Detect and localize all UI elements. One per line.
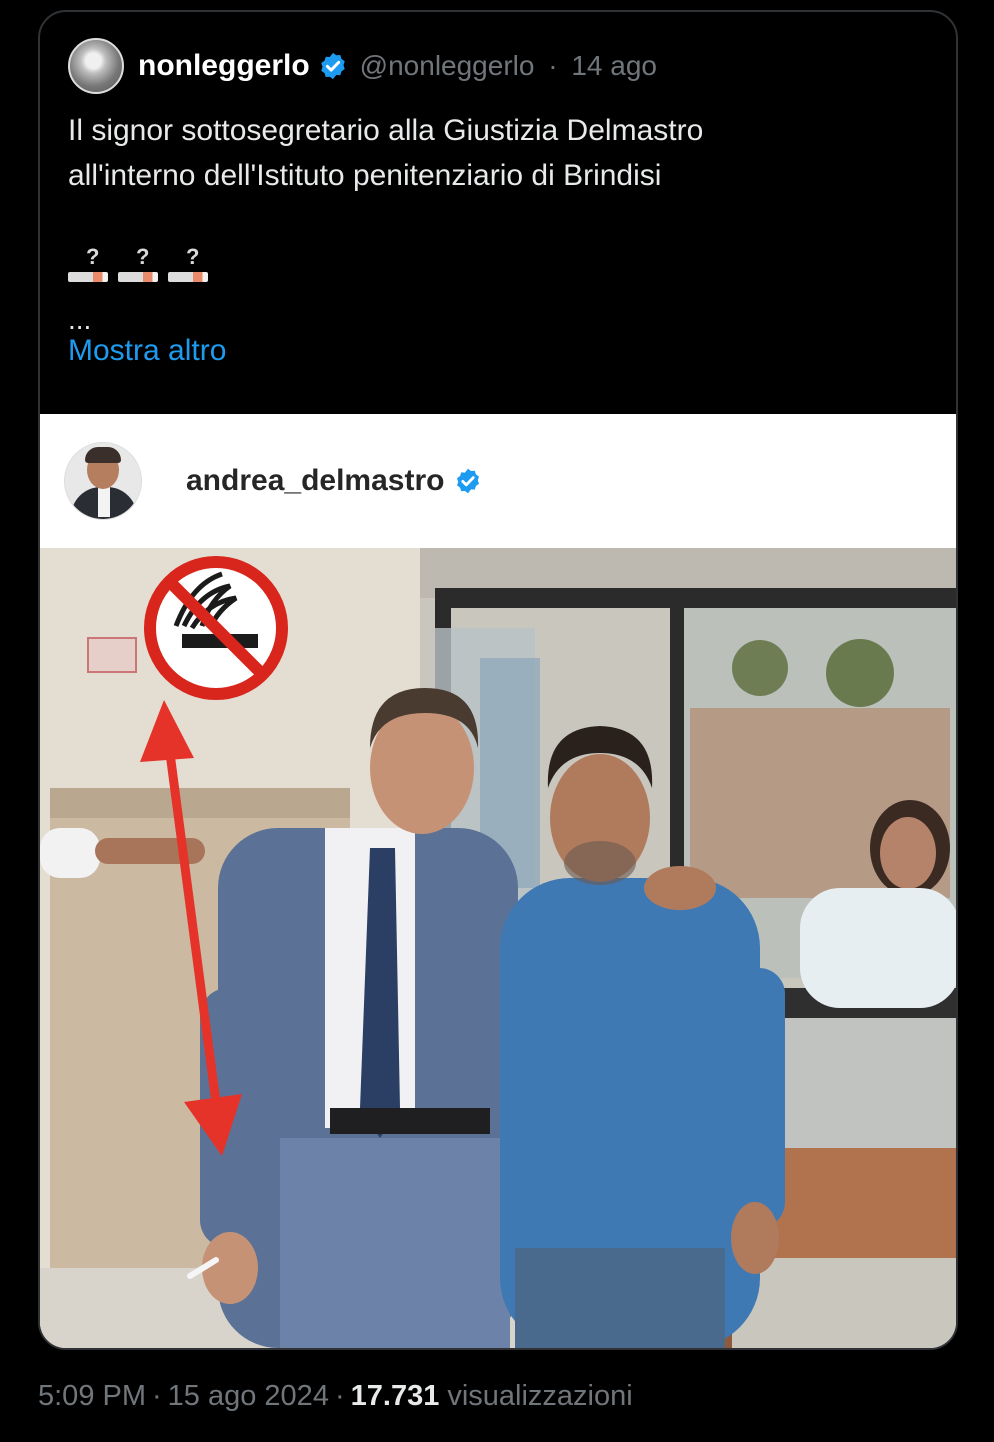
embedded-username[interactable]: andrea_delmastro <box>186 464 444 498</box>
author-handle[interactable]: @nonleggerlo <box>360 50 535 81</box>
views-count: 17.731 <box>350 1380 440 1412</box>
tweet-text-line: Il signor sottosegretario alla Giustizia… <box>68 114 704 147</box>
embedded-avatar[interactable] <box>64 442 142 520</box>
author-display-name[interactable]: nonleggerlo <box>138 49 310 83</box>
tweet-text-line: all'interno dell'Istituto penitenziario … <box>68 159 662 192</box>
show-more-link[interactable]: Mostra altro <box>68 334 226 368</box>
tweet-time[interactable]: 5:09 PM <box>38 1380 146 1413</box>
tweet-date[interactable]: 14 ago <box>571 50 657 81</box>
author-avatar[interactable] <box>68 38 124 94</box>
question-mark: ? <box>186 244 200 269</box>
tweet-page: nonleggerlo @nonleggerlo · 14 ago Il sig… <box>0 0 994 1442</box>
cigarette-emoji-icon: ? <box>168 242 210 286</box>
double-arrow-icon <box>140 700 242 1156</box>
tweet-text: Il signor sottosegretario alla Giustizia… <box>68 108 928 198</box>
emoji-row: ? ? ? <box>68 242 210 286</box>
tweet-footer: 5:09 PM · 15 ago 2024 · 17.731 visualizz… <box>38 1380 633 1413</box>
cigarette-emoji-icon: ? <box>68 242 110 286</box>
tweet-header: nonleggerlo @nonleggerlo · 14 ago <box>68 36 657 96</box>
embedded-post-header: andrea_delmastro <box>40 414 956 548</box>
verified-badge-icon <box>320 52 345 80</box>
cigarette-emoji-icon: ? <box>118 242 160 286</box>
question-mark: ? <box>86 244 100 269</box>
question-mark: ? <box>136 244 150 269</box>
tweet-full-date[interactable]: 15 ago 2024 <box>168 1380 329 1413</box>
separator-dot: · <box>334 1380 345 1412</box>
text-ellipsis: ... <box>68 304 92 335</box>
verified-badge-icon <box>457 468 480 494</box>
separator-dot: · <box>152 1380 162 1412</box>
author-handle-date[interactable]: @nonleggerlo · 14 ago <box>360 50 657 82</box>
separator-dot: · <box>548 50 558 81</box>
post-photo[interactable] <box>40 548 956 1348</box>
views-label: visualizzazioni <box>447 1380 633 1412</box>
tweet-card[interactable]: nonleggerlo @nonleggerlo · 14 ago Il sig… <box>38 10 958 1350</box>
no-smoking-icon <box>144 556 288 700</box>
